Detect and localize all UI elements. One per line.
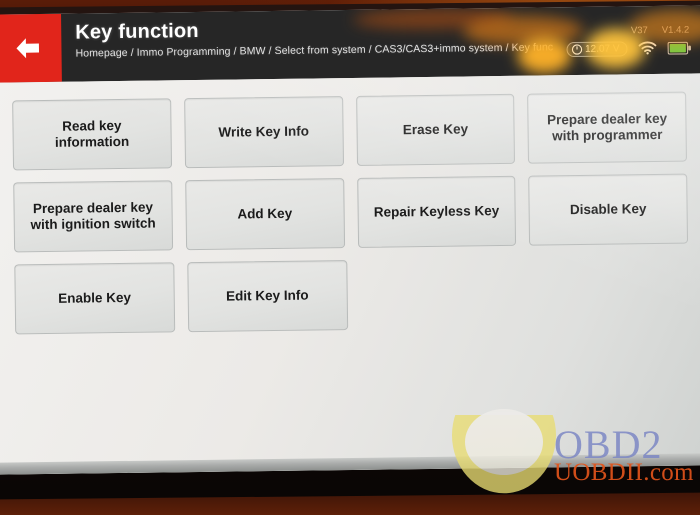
menu-button-enable-key[interactable]: Enable Key [14,262,175,335]
menu-slot-empty [360,258,519,330]
arrow-left-icon [12,35,42,61]
vci-version-label: V37 [630,24,648,36]
voltage-indicator: 12.07 V [565,40,628,57]
device-screen: Key function Homepage / Immo Programming… [0,5,700,475]
menu-button-repair-keyless-key[interactable]: Repair Keyless Key [356,175,517,248]
key-function-menu: Read key information Write Key Info Eras… [0,73,700,475]
menu-button-read-key-information[interactable]: Read key information [12,98,172,171]
status-bar: V37 V1.4.2 12.07 V [465,5,696,76]
menu-button-erase-key[interactable]: Erase Key [355,93,516,166]
app-header: Key function Homepage / Immo Programming… [0,5,700,83]
version-row: V37 V1.4.2 [631,24,692,36]
voltage-value: 12.07 V [584,42,620,55]
menu-row: Enable Key Edit Key Info [14,256,689,335]
photo-scene: Key function Homepage / Immo Programming… [0,0,700,515]
menu-button-prepare-dealer-key-with-programmer[interactable]: Prepare dealer key with programmer [527,91,688,164]
menu-row: Prepare dealer key with ignition switch … [13,173,689,253]
menu-slot-empty [530,256,689,328]
menu-button-edit-key-info[interactable]: Edit Key Info [187,260,348,333]
indicator-row: 12.07 V [565,40,692,57]
battery-icon [667,41,691,55]
menu-button-write-key-info[interactable]: Write Key Info [183,96,344,169]
menu-button-prepare-dealer-key-with-ignition-switch[interactable]: Prepare dealer key with ignition switch [13,180,173,253]
menu-button-add-key[interactable]: Add Key [184,178,345,251]
app-version-label: V1.4.2 [661,24,690,36]
power-circle-icon [571,43,582,55]
wifi-icon[interactable] [638,41,657,55]
menu-row: Read key information Write Key Info Eras… [12,91,688,171]
menu-button-disable-key[interactable]: Disable Key [528,173,689,246]
back-button[interactable] [0,13,62,83]
